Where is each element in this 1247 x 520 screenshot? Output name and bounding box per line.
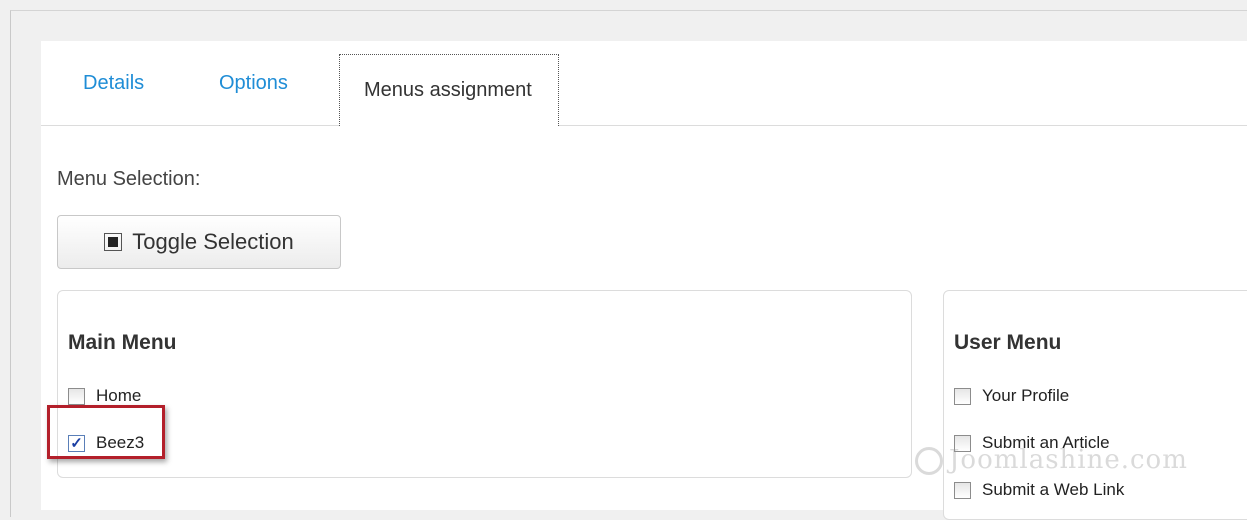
content-panel: Details Options Menus assignment Menu Se… [10,10,1247,520]
tab-details[interactable]: Details [83,41,144,125]
menu-item-label: Submit an Article [982,433,1110,452]
tab-menus-assignment[interactable]: Menus assignment [339,54,559,126]
checkbox-checked[interactable]: ✓ [68,434,85,452]
user-menu-title: User Menu [954,331,1062,354]
menu-item-label: Home [96,386,142,405]
user-menu-box: User Menu Your Profile Submit an Article… [943,290,1247,520]
menu-item-submit-web-link[interactable]: Submit a Web Link [954,480,1124,500]
checkbox[interactable] [954,434,971,452]
module-edit-area: Details Options Menus assignment Menu Se… [41,41,1247,520]
menu-item-label: Beez3 [96,433,145,452]
tab-options[interactable]: Options [219,41,288,125]
menu-item-label: Your Profile [982,386,1070,405]
toggle-square-icon [104,233,123,251]
checkbox[interactable] [68,387,85,405]
toggle-selection-button[interactable]: Toggle Selection [57,215,341,269]
menu-item-submit-article[interactable]: Submit an Article [954,433,1110,453]
menu-item-your-profile[interactable]: Your Profile [954,386,1069,406]
checkbox[interactable] [954,481,971,499]
checkbox[interactable] [954,387,971,405]
main-menu-box: Main Menu Home ✓ Beez3 [57,290,912,478]
menu-item-beez3[interactable]: ✓ Beez3 [68,433,144,453]
tab-bar: Details Options Menus assignment [41,41,1247,126]
menu-selection-label: Menu Selection: [57,168,201,190]
main-menu-title: Main Menu [68,331,177,354]
toggle-selection-label: Toggle Selection [132,229,294,254]
menu-item-home[interactable]: Home [68,386,141,406]
menu-item-label: Submit a Web Link [982,480,1125,499]
